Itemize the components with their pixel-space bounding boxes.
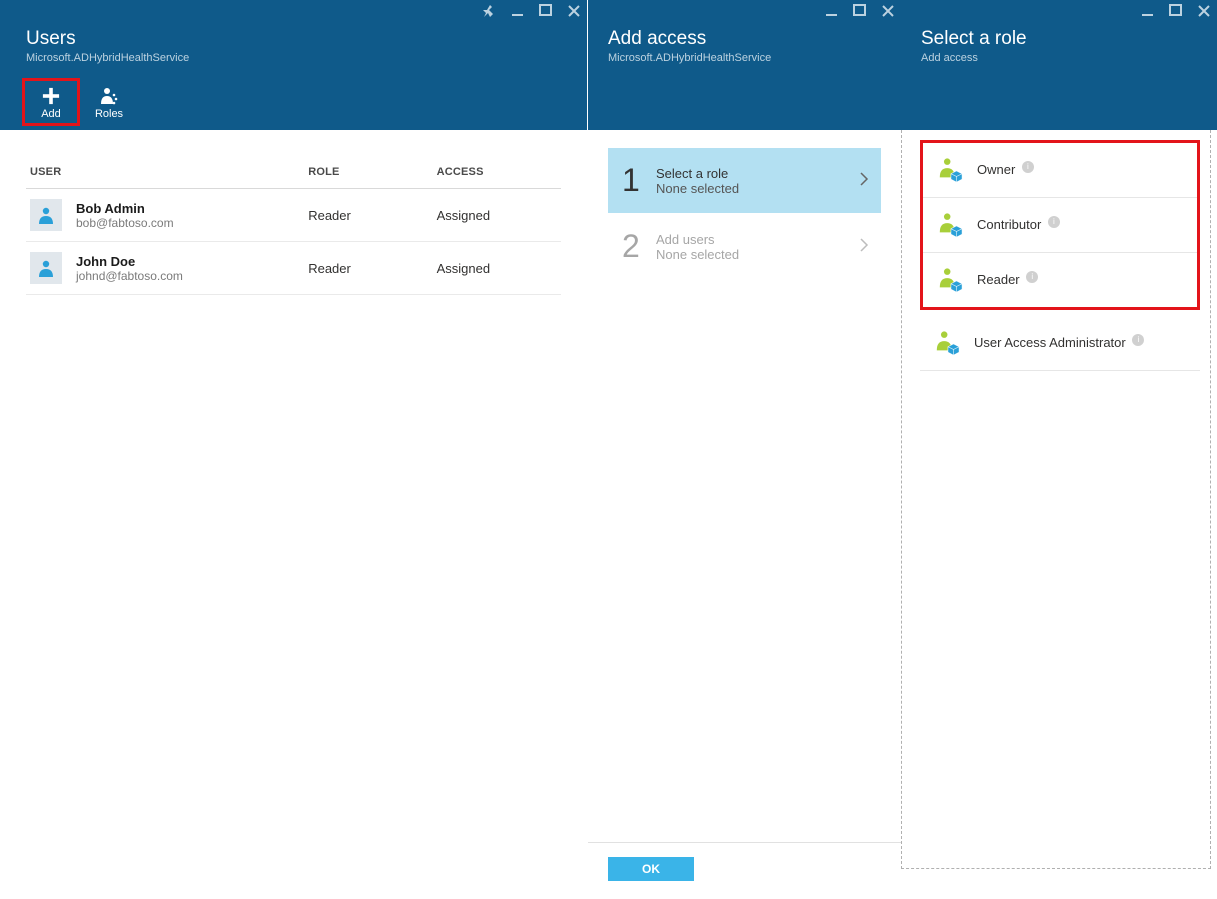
window-controls bbox=[588, 0, 901, 22]
maximize-icon[interactable] bbox=[853, 4, 867, 18]
add-button[interactable]: Add bbox=[22, 78, 80, 126]
step-number: 2 bbox=[622, 228, 656, 265]
role-icon bbox=[937, 267, 963, 293]
users-blade: Users Microsoft.ADHybridHealthService Ad… bbox=[0, 0, 587, 899]
step-label: Add users bbox=[656, 232, 739, 247]
close-icon[interactable] bbox=[567, 4, 581, 18]
add-access-blade: Add access Microsoft.ADHybridHealthServi… bbox=[587, 0, 901, 899]
steps: 1 Select a role None selected 2 Add user… bbox=[588, 130, 901, 842]
step-label: Select a role bbox=[656, 166, 739, 181]
ok-button[interactable]: OK bbox=[608, 857, 694, 881]
user-email: bob@fabtoso.com bbox=[76, 216, 174, 230]
minimize-icon[interactable] bbox=[1141, 4, 1155, 18]
table-row[interactable]: Bob Admin bob@fabtoso.com Reader Assigne… bbox=[26, 189, 561, 242]
window-controls bbox=[0, 0, 587, 22]
table-row[interactable]: John Doe johnd@fabtoso.com Reader Assign… bbox=[26, 242, 561, 295]
info-icon[interactable]: i bbox=[1048, 216, 1060, 228]
step-number: 1 bbox=[622, 162, 656, 199]
role-label: Reader bbox=[977, 272, 1020, 287]
role-body: Owner i Contributor i Reader i bbox=[901, 130, 1211, 869]
plus-icon bbox=[42, 84, 60, 108]
step-add-users[interactable]: 2 Add users None selected bbox=[608, 214, 881, 280]
role-icon bbox=[934, 330, 960, 356]
role-user-access-admin[interactable]: User Access Administrator i bbox=[920, 316, 1200, 371]
blade-subtitle: Microsoft.ADHybridHealthService bbox=[0, 52, 587, 74]
role-reader[interactable]: Reader i bbox=[923, 253, 1197, 307]
user-name: John Doe bbox=[76, 254, 183, 269]
ok-row: OK bbox=[588, 842, 901, 899]
maximize-icon[interactable] bbox=[1169, 4, 1183, 18]
roles-icon bbox=[99, 84, 119, 108]
blade-title: Select a role bbox=[921, 28, 1199, 50]
info-icon[interactable]: i bbox=[1026, 271, 1038, 283]
chevron-right-icon bbox=[857, 171, 871, 190]
users-header: Users Microsoft.ADHybridHealthService Ad… bbox=[0, 0, 587, 130]
info-icon[interactable]: i bbox=[1022, 161, 1034, 173]
minimize-icon[interactable] bbox=[825, 4, 839, 18]
add-label: Add bbox=[41, 108, 61, 120]
add-access-header: Add access Microsoft.ADHybridHealthServi… bbox=[588, 0, 901, 130]
minimize-icon[interactable] bbox=[511, 4, 525, 18]
select-role-header: Select a role Add access bbox=[901, 0, 1217, 130]
role-highlight: Owner i Contributor i Reader i bbox=[920, 140, 1200, 310]
user-role: Reader bbox=[304, 189, 432, 242]
step-value: None selected bbox=[656, 247, 739, 262]
roles-button[interactable]: Roles bbox=[80, 78, 138, 126]
role-owner[interactable]: Owner i bbox=[923, 143, 1197, 198]
info-icon[interactable]: i bbox=[1132, 334, 1144, 346]
avatar bbox=[30, 252, 62, 284]
col-role: ROLE bbox=[304, 158, 432, 189]
user-name: Bob Admin bbox=[76, 201, 174, 216]
roles-label: Roles bbox=[95, 108, 123, 120]
close-icon[interactable] bbox=[881, 4, 895, 18]
step-select-role[interactable]: 1 Select a role None selected bbox=[608, 148, 881, 214]
role-contributor[interactable]: Contributor i bbox=[923, 198, 1197, 253]
blade-subtitle: Microsoft.ADHybridHealthService bbox=[588, 52, 901, 130]
chevron-right-icon bbox=[857, 237, 871, 256]
role-label: Contributor bbox=[977, 217, 1041, 232]
blade-title: Users bbox=[26, 28, 569, 50]
user-access: Assigned bbox=[433, 242, 561, 295]
col-access: ACCESS bbox=[433, 158, 561, 189]
role-icon bbox=[937, 157, 963, 183]
users-toolbar: Add Roles bbox=[0, 74, 587, 130]
users-table: USER ROLE ACCESS Bob Admin bob@fabtoso.c… bbox=[26, 158, 561, 295]
step-value: None selected bbox=[656, 181, 739, 196]
role-icon bbox=[937, 212, 963, 238]
user-email: johnd@fabtoso.com bbox=[76, 269, 183, 283]
window-controls bbox=[901, 0, 1217, 22]
role-label: Owner bbox=[977, 162, 1015, 177]
blade-title: Add access bbox=[608, 28, 883, 50]
blade-subtitle: Add access bbox=[901, 52, 1217, 130]
maximize-icon[interactable] bbox=[539, 4, 553, 18]
select-role-blade: Select a role Add access Owner i Contrib… bbox=[901, 0, 1217, 899]
user-access: Assigned bbox=[433, 189, 561, 242]
avatar bbox=[30, 199, 62, 231]
pin-icon[interactable] bbox=[483, 4, 497, 18]
close-icon[interactable] bbox=[1197, 4, 1211, 18]
col-user: USER bbox=[26, 158, 304, 189]
users-table-wrap: USER ROLE ACCESS Bob Admin bob@fabtoso.c… bbox=[0, 130, 587, 295]
user-role: Reader bbox=[304, 242, 432, 295]
role-label: User Access Administrator bbox=[974, 335, 1126, 350]
